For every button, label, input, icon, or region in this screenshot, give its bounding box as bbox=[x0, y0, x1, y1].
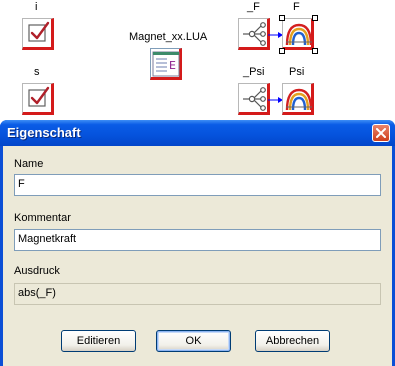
dialog-titlebar[interactable]: Eigenschaft bbox=[0, 120, 395, 146]
close-icon bbox=[376, 128, 386, 138]
block-psi-src[interactable] bbox=[238, 83, 270, 115]
block-label-s: s bbox=[34, 66, 40, 78]
block-label-lua-file: Magnet_xx.LUA bbox=[129, 31, 208, 43]
block-label-f-src: _F bbox=[247, 1, 260, 13]
dialog-body: Name F Kommentar Magnetkraft Ausdruck ab… bbox=[3, 146, 392, 366]
lua-script-file-icon: E bbox=[152, 51, 180, 77]
block-label-psi-dst: Psi bbox=[289, 66, 305, 78]
edit-button[interactable]: Editieren bbox=[61, 330, 136, 352]
cancel-button[interactable]: Abbrechen bbox=[255, 330, 330, 352]
block-f-src[interactable] bbox=[238, 18, 270, 50]
block-psi-dst[interactable] bbox=[282, 83, 314, 115]
block-lua-file[interactable]: E bbox=[150, 48, 182, 80]
branch-network-icon bbox=[243, 22, 266, 46]
comment-field[interactable]: Magnetkraft bbox=[14, 229, 381, 251]
block-label-i: i bbox=[35, 1, 38, 13]
comment-label: Kommentar bbox=[14, 212, 71, 224]
checkbox-input-icon bbox=[28, 86, 50, 107]
expression-label: Ausdruck bbox=[14, 265, 60, 277]
name-label: Name bbox=[14, 158, 44, 170]
selection-handle-top-left[interactable] bbox=[279, 15, 285, 21]
svg-text:E: E bbox=[169, 59, 176, 72]
branch-network-icon bbox=[243, 87, 266, 111]
ok-button[interactable]: OK bbox=[156, 330, 231, 352]
block-s[interactable] bbox=[22, 83, 54, 115]
rainbow-arc-icon bbox=[285, 23, 313, 46]
close-button[interactable] bbox=[372, 124, 390, 142]
checkbox-input-icon bbox=[28, 21, 50, 42]
property-dialog: Eigenschaft Name F Kommentar Magnetkraft… bbox=[0, 120, 395, 366]
block-label-f-dst: F bbox=[293, 1, 300, 13]
block-label-psi-src: _Psi bbox=[243, 66, 265, 78]
selection-handle-bottom-right[interactable] bbox=[312, 48, 318, 54]
selection-handle-top-right[interactable] bbox=[312, 15, 318, 21]
block-i[interactable] bbox=[22, 18, 54, 50]
dialog-title: Eigenschaft bbox=[7, 125, 81, 140]
block-f-dst[interactable] bbox=[282, 18, 314, 50]
selection-handle-bottom-left[interactable] bbox=[279, 48, 285, 54]
name-field[interactable]: F bbox=[14, 174, 381, 196]
expression-field: abs(_F) bbox=[14, 283, 381, 305]
rainbow-arc-icon bbox=[285, 88, 313, 111]
